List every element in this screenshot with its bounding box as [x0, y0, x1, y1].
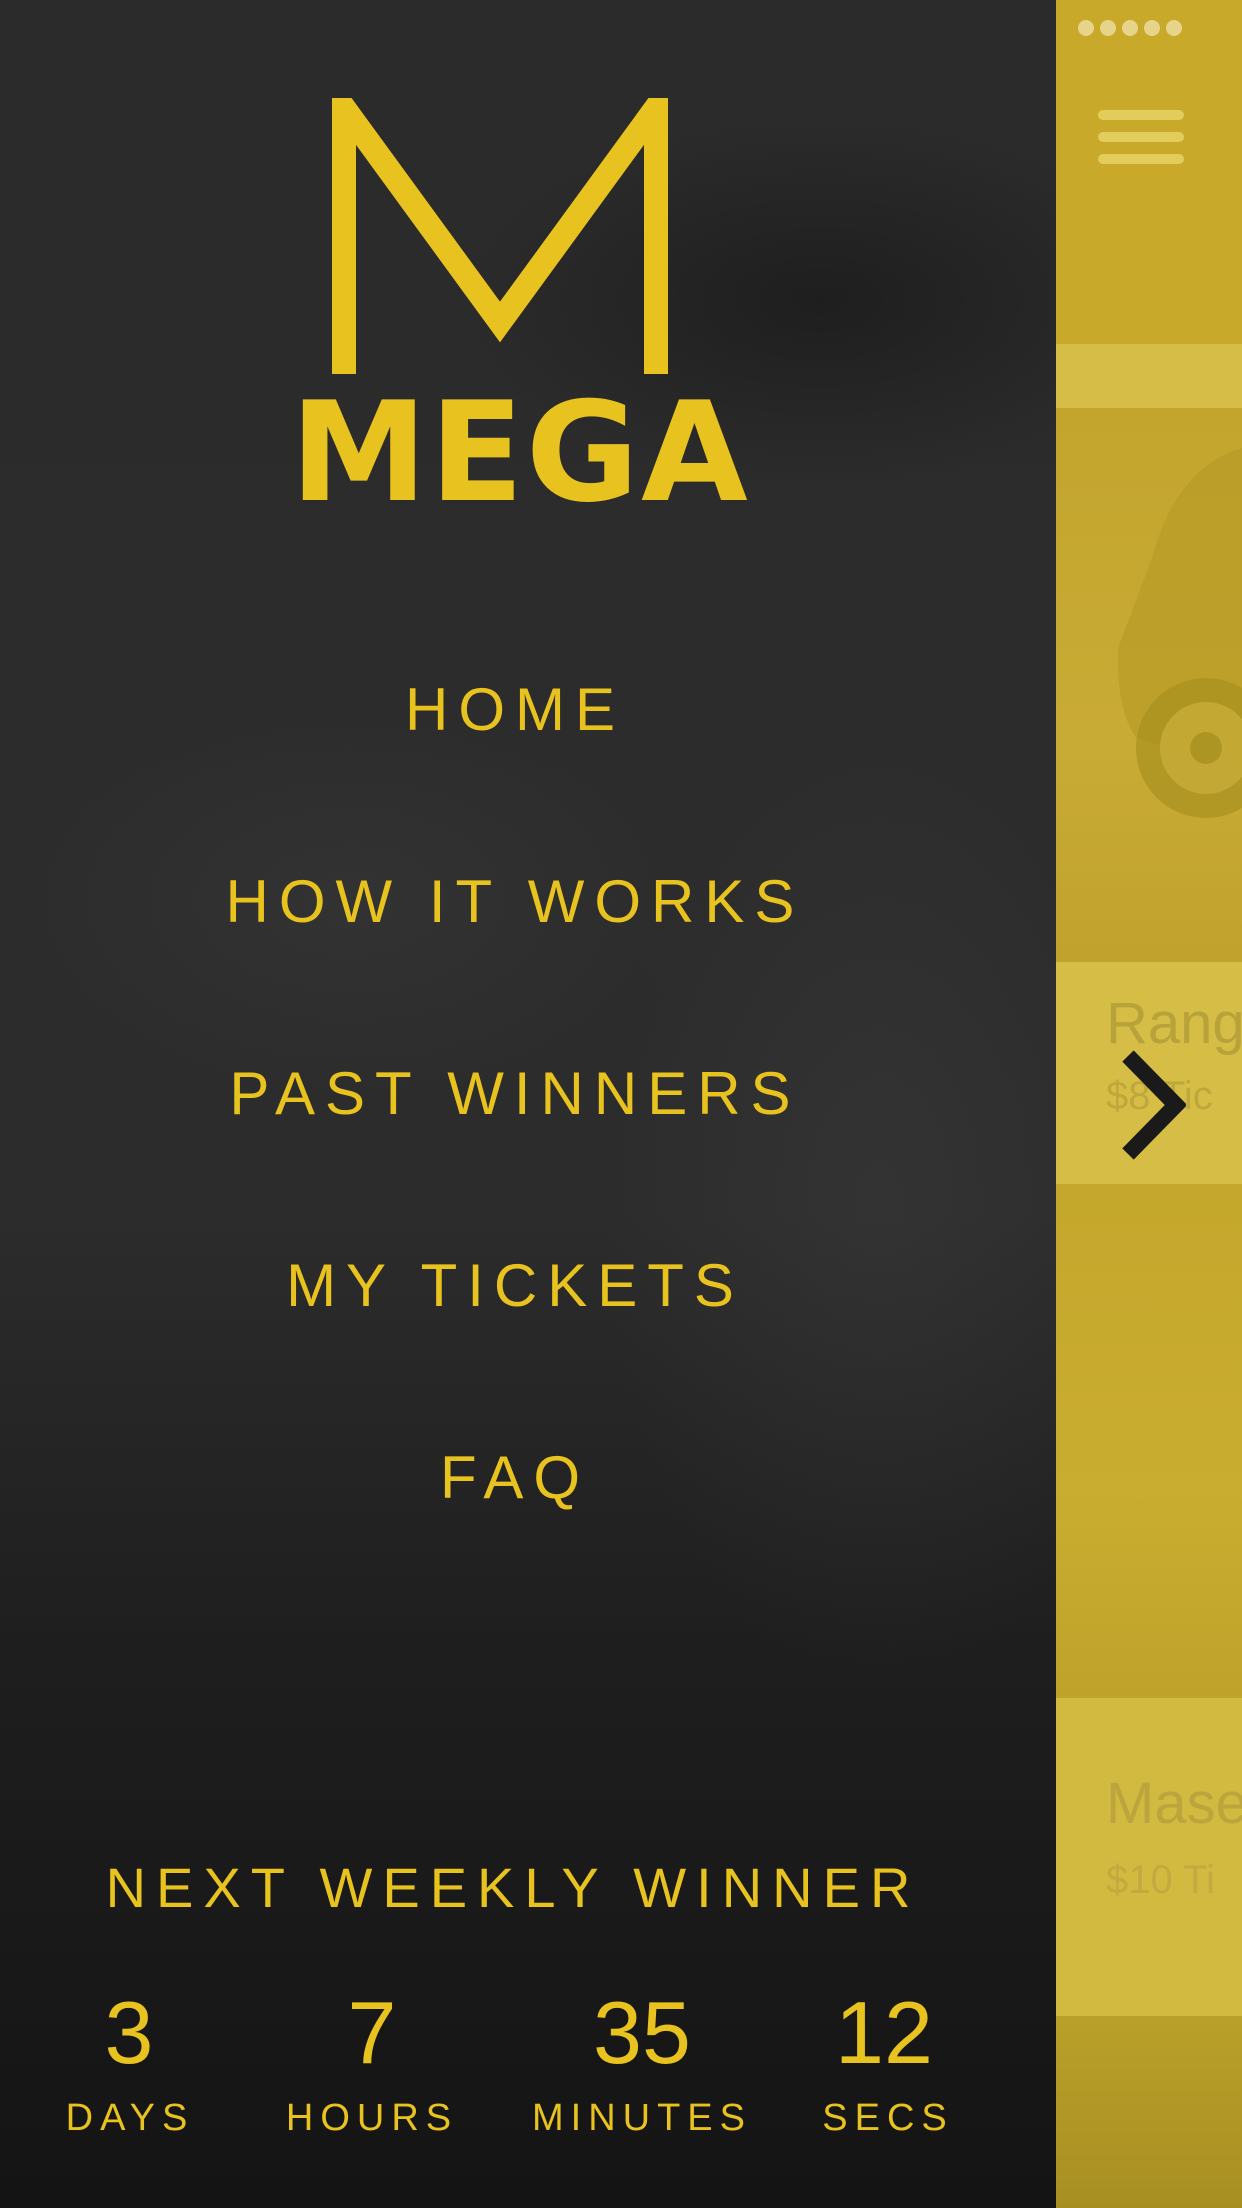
brand-wordmark: MEGA	[290, 372, 750, 533]
menu-item-how-it-works[interactable]: HOW IT WORKS	[0, 872, 1030, 932]
menu-item-home[interactable]: HOME	[0, 680, 1030, 740]
main-screen-peek[interactable]: Rang $8 Tic Mase $10 Ti	[1056, 0, 1242, 2208]
header-band	[1056, 344, 1242, 408]
card-price: $10 Ti	[1106, 1858, 1215, 1902]
chevron-right-icon[interactable]	[1120, 1050, 1186, 1160]
hamburger-icon[interactable]	[1098, 110, 1184, 176]
countdown-days-value: 3	[104, 1983, 154, 2082]
car-image	[1117, 448, 1242, 818]
countdown-secs-value: 12	[835, 1983, 933, 2082]
card-info-2[interactable]: Mase $10 Ti	[1056, 1698, 1242, 2016]
card-title: Rang	[1106, 991, 1242, 1056]
card-photo-car	[1056, 408, 1242, 962]
menu-item-my-tickets[interactable]: MY TICKETS	[0, 1256, 1030, 1316]
countdown-hours-label: HOURS	[285, 2097, 459, 2139]
countdown-minutes-label: MINUTES	[532, 2097, 752, 2139]
navigation-drawer: MEGA HOME HOW IT WORKS PAST WINNERS MY T…	[0, 0, 1056, 2208]
card-title: Mase	[1106, 1771, 1242, 1836]
countdown-secs-label: SECS	[822, 2097, 954, 2139]
countdown-minutes-value: 35	[593, 1983, 691, 2082]
signal-dots-icon	[1078, 20, 1188, 41]
menu-item-past-winners[interactable]: PAST WINNERS	[0, 1064, 1030, 1124]
countdown-hours-value: 7	[347, 1983, 397, 2082]
menu-item-faq[interactable]: FAQ	[0, 1448, 1030, 1508]
countdown-days-label: DAYS	[65, 2097, 195, 2139]
card-photo-car-2	[1056, 1184, 1242, 1698]
M-logo-icon	[332, 98, 668, 374]
card-photo-3	[1056, 2016, 1242, 2208]
countdown-title: NEXT WEEKLY WINNER	[105, 1856, 921, 1919]
